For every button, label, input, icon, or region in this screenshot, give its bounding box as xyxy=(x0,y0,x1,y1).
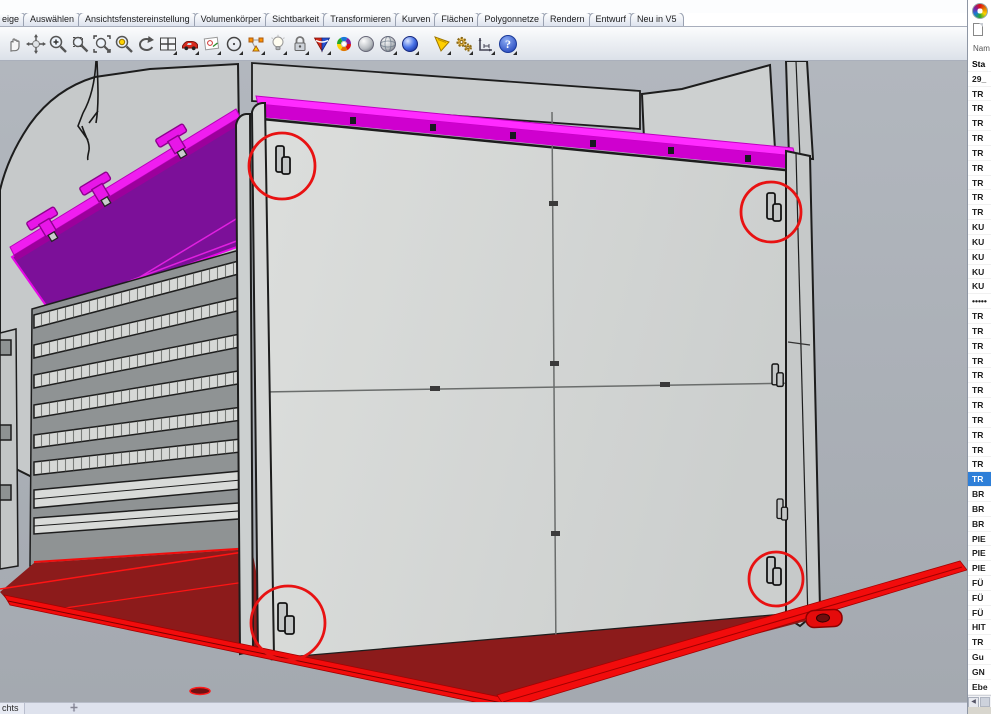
layer-row[interactable]: TR xyxy=(968,324,991,339)
layer-row[interactable]: TR xyxy=(968,413,991,428)
main-window-column: eigeAuswählenAnsichtsfenstereinstellungV… xyxy=(0,0,967,714)
viewport-tab[interactable]: chts xyxy=(0,703,25,714)
layer-row[interactable]: TR xyxy=(968,428,991,443)
menu-strip xyxy=(0,0,967,13)
floor-tab xyxy=(806,609,843,628)
menu-tab[interactable]: Entwurf xyxy=(589,13,634,26)
layer-row[interactable]: PIE xyxy=(968,561,991,576)
layer-row[interactable]: TR xyxy=(968,472,991,487)
layer-row[interactable]: TR xyxy=(968,131,991,146)
layer-row[interactable]: Ebe xyxy=(968,680,991,695)
layer-row[interactable]: TR xyxy=(968,101,991,116)
layer-row[interactable]: KU xyxy=(968,220,991,235)
zoom-in-icon[interactable] xyxy=(47,31,68,57)
menu-tab[interactable]: Kurven xyxy=(395,13,438,26)
menu-tab[interactable]: Sichtbarkeit xyxy=(265,13,326,26)
viewport-layout-icon[interactable] xyxy=(157,31,178,57)
dimension-tool-icon[interactable] xyxy=(475,31,496,57)
layer-row[interactable]: TR xyxy=(968,368,991,383)
layer-row[interactable]: FÜ xyxy=(968,591,991,606)
layer-row[interactable]: PIE xyxy=(968,532,991,547)
layer-row[interactable]: GN xyxy=(968,665,991,680)
render-sphere-icon[interactable] xyxy=(355,31,376,57)
layer-row[interactable]: TR xyxy=(968,635,991,650)
layer-list: Sta29_TRTRTRTRTRTRTRTRTRKUKUKUKUKU•••••T… xyxy=(968,57,991,695)
toolbar: ? xyxy=(0,27,967,61)
layer-row[interactable]: Gu xyxy=(968,650,991,665)
layer-row[interactable]: TR xyxy=(968,190,991,205)
color-wheel-icon[interactable] xyxy=(333,31,354,57)
layer-row[interactable]: PIE xyxy=(968,546,991,561)
layer-row[interactable]: TR xyxy=(968,116,991,131)
layer-row[interactable]: TR xyxy=(968,87,991,102)
menu-tab[interactable]: Neu in V5 xyxy=(630,13,684,26)
layer-row[interactable]: BR xyxy=(968,502,991,517)
settings-gears-icon[interactable] xyxy=(453,31,474,57)
display-mode-icon[interactable] xyxy=(311,31,332,57)
viewport-tab-icon[interactable] xyxy=(69,703,79,714)
panel-footer xyxy=(968,707,991,714)
layers-panel: Nam Sta29_TRTRTRTRTRTRTRTRTRKUKUKUKUKU••… xyxy=(967,0,991,714)
layer-row[interactable]: KU xyxy=(968,279,991,294)
color-wheel-panel-icon[interactable] xyxy=(972,3,988,19)
render-blue-sphere-icon[interactable] xyxy=(399,31,420,57)
layer-row[interactable]: TR xyxy=(968,176,991,191)
menu-tab[interactable]: Rendern xyxy=(543,13,592,26)
rotate-view-icon[interactable] xyxy=(25,31,46,57)
layer-row[interactable]: TR xyxy=(968,205,991,220)
layer-row[interactable]: TR xyxy=(968,339,991,354)
new-document-icon[interactable] xyxy=(973,23,983,36)
circle-tool-icon[interactable] xyxy=(223,31,244,57)
zoom-window-icon[interactable] xyxy=(69,31,90,57)
layer-row[interactable]: TR xyxy=(968,354,991,369)
zoom-selected-icon[interactable] xyxy=(113,31,134,57)
layer-row[interactable]: TR xyxy=(968,146,991,161)
layer-row[interactable]: TR xyxy=(968,398,991,413)
layer-row[interactable]: BR xyxy=(968,517,991,532)
viewport-tab-bar: chts xyxy=(0,702,967,714)
layer-row[interactable]: KU xyxy=(968,250,991,265)
layers-name-header: Nam xyxy=(973,44,990,53)
layer-row[interactable]: KU xyxy=(968,265,991,280)
3d-viewport[interactable] xyxy=(0,61,967,702)
menu-tab-bar: eigeAuswählenAnsichtsfenstereinstellungV… xyxy=(0,13,967,27)
layer-row[interactable]: TR xyxy=(968,161,991,176)
layer-row[interactable]: TR xyxy=(968,383,991,398)
menu-tab[interactable]: Transformieren xyxy=(323,13,398,26)
menu-tab[interactable]: Flächen xyxy=(434,13,480,26)
layer-row[interactable]: ••••• xyxy=(968,294,991,309)
layer-row[interactable]: BR xyxy=(968,487,991,502)
pan-hand-icon[interactable] xyxy=(3,31,24,57)
layer-row[interactable]: HIT xyxy=(968,620,991,635)
layer-row[interactable]: TR xyxy=(968,443,991,458)
zoom-extents-icon[interactable] xyxy=(91,31,112,57)
lock-icon[interactable] xyxy=(289,31,310,57)
scroll-left-arrow-icon[interactable]: ◀ xyxy=(968,697,979,708)
layer-row[interactable]: TR xyxy=(968,457,991,472)
layer-row[interactable]: TR xyxy=(968,309,991,324)
menu-tab[interactable]: Auswählen xyxy=(23,13,81,26)
scrollbar-thumb[interactable] xyxy=(980,697,990,707)
layer-row[interactable]: FÜ xyxy=(968,576,991,591)
selection-pointer-icon[interactable] xyxy=(431,31,452,57)
layer-row[interactable]: FÜ xyxy=(968,606,991,621)
front-wall-panel xyxy=(256,96,802,659)
layer-row[interactable]: KU xyxy=(968,235,991,250)
control-points-icon[interactable] xyxy=(245,31,266,57)
plan-view-icon[interactable] xyxy=(201,31,222,57)
help-icon[interactable]: ? xyxy=(497,31,518,57)
svg-text:?: ? xyxy=(505,37,511,51)
layer-row[interactable]: 29_ xyxy=(968,72,991,87)
layer-row[interactable]: Sta xyxy=(968,57,991,72)
named-view-car-icon[interactable] xyxy=(179,31,200,57)
menu-tab[interactable]: Polygonnetze xyxy=(477,13,546,26)
menu-tab[interactable]: Ansichtsfenstereinstellung xyxy=(78,13,197,26)
lightbulb-icon[interactable] xyxy=(267,31,288,57)
render-wire-sphere-icon[interactable] xyxy=(377,31,398,57)
undo-view-icon[interactable] xyxy=(135,31,156,57)
menu-tab[interactable]: Volumenkörper xyxy=(194,13,269,26)
